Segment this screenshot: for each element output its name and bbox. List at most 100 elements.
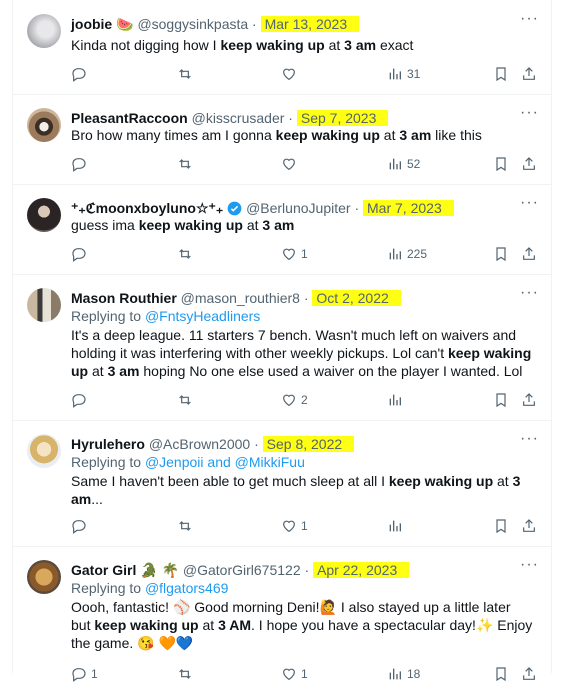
share-button[interactable] [521, 516, 537, 536]
bookmark-icon [493, 392, 509, 408]
reply-count: 1 [91, 667, 98, 681]
share-button[interactable] [521, 244, 537, 264]
verified-badge-icon [227, 201, 242, 216]
share-button[interactable] [521, 390, 537, 410]
share-icon [521, 666, 537, 682]
reply-button[interactable] [71, 390, 91, 410]
tweet[interactable]: Hyrulehero @AcBrown2000 · Sep 8, 2022 ··… [13, 420, 551, 547]
tweet[interactable]: Mason Routhier @mason_routhier8 · Oct 2,… [13, 274, 551, 421]
tweet-text: Kinda not digging how I keep waking up a… [71, 37, 414, 53]
tweet-date[interactable]: Sep 8, 2022 [262, 436, 355, 452]
display-name[interactable]: ⁺₊ℭmoonxboyluno☆⁺₊ [71, 200, 223, 216]
retweet-button[interactable] [177, 244, 193, 264]
tweet-actions: 31 [71, 64, 541, 84]
reply-button[interactable] [71, 516, 91, 536]
mention-link[interactable]: @flgators469 [145, 580, 228, 596]
display-name[interactable]: Gator Girl 🐊 🌴 [71, 562, 179, 578]
like-button[interactable]: 1 [281, 244, 308, 264]
avatar[interactable] [27, 108, 61, 142]
more-options-icon[interactable]: ··· [520, 194, 539, 212]
more-options-icon[interactable]: ··· [520, 556, 539, 574]
display-name[interactable]: joobie 🍉 [71, 16, 134, 32]
tweet-date[interactable]: Apr 22, 2023 [313, 562, 410, 578]
user-handle[interactable]: @kisscrusader [192, 110, 285, 126]
views-button[interactable]: 225 [387, 244, 427, 264]
bookmark-button[interactable] [493, 244, 509, 264]
views-button[interactable] [387, 390, 407, 410]
like-button[interactable] [281, 64, 301, 84]
tweet-date[interactable]: Oct 2, 2022 [312, 290, 401, 306]
avatar[interactable] [27, 198, 61, 232]
retweet-button[interactable] [177, 154, 193, 174]
analytics-icon [387, 246, 403, 262]
user-handle[interactable]: @mason_routhier8 [181, 290, 300, 306]
heart-icon [281, 246, 297, 262]
views-count: 52 [407, 157, 421, 171]
analytics-icon [387, 66, 403, 82]
retweet-button[interactable] [177, 516, 193, 536]
like-button[interactable]: 2 [281, 390, 308, 410]
bookmark-button[interactable] [493, 516, 509, 536]
avatar[interactable] [27, 14, 61, 48]
user-handle[interactable]: @BerlunoJupiter [246, 200, 351, 216]
heart-icon [281, 392, 297, 408]
avatar[interactable] [27, 434, 61, 468]
more-options-icon[interactable]: ··· [520, 284, 539, 302]
tweet-date[interactable]: Mar 13, 2023 [260, 16, 360, 32]
mention-link[interactable]: @Jenpoii and @MikkiFuu [145, 454, 305, 470]
like-count: 1 [301, 667, 308, 681]
mention-link[interactable]: @FntsyHeadliners [145, 308, 260, 324]
user-handle[interactable]: @soggysinkpasta [137, 16, 248, 32]
bookmark-button[interactable] [493, 390, 509, 410]
tweet[interactable]: ⁺₊ℭmoonxboyluno☆⁺₊ @BerlunoJupiter · Mar… [13, 184, 551, 275]
user-handle[interactable]: @AcBrown2000 [149, 436, 250, 452]
avatar[interactable] [27, 288, 61, 322]
user-handle[interactable]: @GatorGirl675122 [183, 562, 301, 578]
share-button[interactable] [521, 64, 537, 84]
tweet[interactable]: joobie 🍉 @soggysinkpasta · Mar 13, 2023 … [13, 0, 551, 95]
tweet-date[interactable]: Sep 7, 2023 [296, 110, 389, 126]
tweet-actions: 1 1 18 [71, 664, 541, 684]
retweet-button[interactable] [177, 390, 193, 410]
bookmark-button[interactable] [493, 154, 509, 174]
retweet-icon [177, 66, 193, 82]
replying-to: Replying to @FntsyHeadliners [71, 308, 261, 324]
heart-icon [281, 156, 297, 172]
analytics-icon [387, 666, 403, 682]
views-button[interactable]: 18 [387, 664, 420, 684]
tweet-text: Oooh, fantastic! ⚾ Good morning Deni!🙋 I… [71, 599, 533, 651]
display-name[interactable]: PleasantRaccoon [71, 110, 188, 126]
bookmark-icon [493, 156, 509, 172]
reply-button[interactable] [71, 244, 91, 264]
reply-button[interactable] [71, 154, 91, 174]
retweet-button[interactable] [177, 664, 193, 684]
analytics-icon [387, 392, 403, 408]
tweet[interactable]: PleasantRaccoon @kisscrusader · Sep 7, 2… [13, 94, 551, 185]
heart-icon [281, 666, 297, 682]
views-button[interactable] [387, 516, 407, 536]
views-count: 31 [407, 67, 421, 81]
bookmark-icon [493, 66, 509, 82]
tweet-text: Same I haven't been able to get much sle… [71, 473, 521, 507]
views-button[interactable]: 31 [387, 64, 420, 84]
more-options-icon[interactable]: ··· [520, 430, 539, 448]
more-options-icon[interactable]: ··· [520, 104, 539, 122]
display-name[interactable]: Mason Routhier [71, 290, 177, 306]
reply-button[interactable]: 1 [71, 664, 98, 684]
avatar[interactable] [27, 560, 61, 594]
bookmark-button[interactable] [493, 64, 509, 84]
like-button[interactable]: 1 [281, 664, 308, 684]
share-button[interactable] [521, 664, 537, 684]
tweet-header: Gator Girl 🐊 🌴 @GatorGirl675122 · Apr 22… [71, 560, 410, 580]
display-name[interactable]: Hyrulehero [71, 436, 145, 452]
share-button[interactable] [521, 154, 537, 174]
like-button[interactable] [281, 154, 301, 174]
like-button[interactable]: 1 [281, 516, 308, 536]
more-options-icon[interactable]: ··· [520, 10, 539, 28]
bookmark-button[interactable] [493, 664, 509, 684]
views-button[interactable]: 52 [387, 154, 420, 174]
tweet[interactable]: Gator Girl 🐊 🌴 @GatorGirl675122 · Apr 22… [13, 546, 551, 682]
reply-button[interactable] [71, 64, 91, 84]
retweet-button[interactable] [177, 64, 193, 84]
tweet-date[interactable]: Mar 7, 2023 [363, 200, 454, 216]
